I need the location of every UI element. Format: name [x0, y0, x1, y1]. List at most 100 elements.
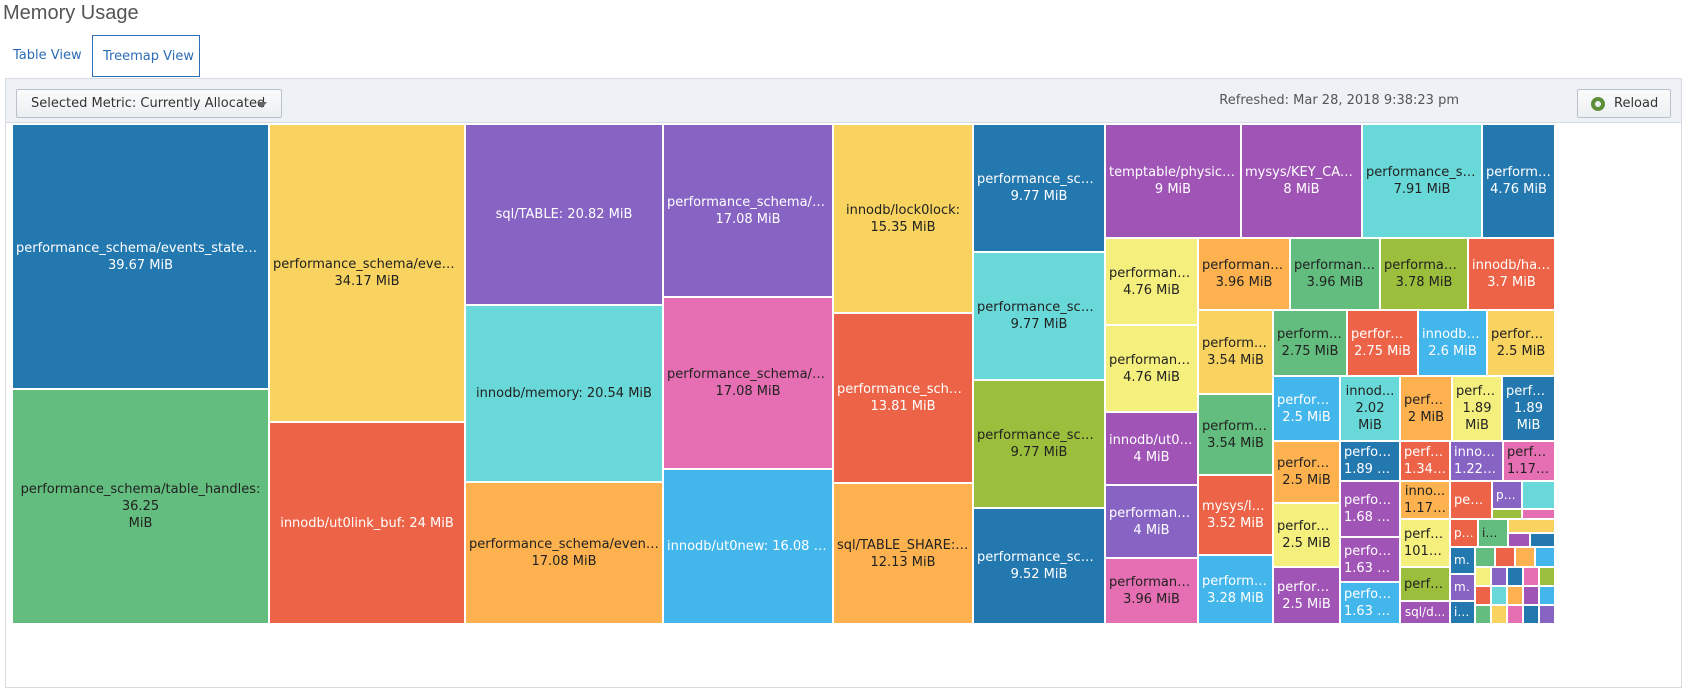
- treemap-cell[interactable]: innodb/ut0link_buf: 24 MiB: [269, 422, 465, 624]
- treemap-cell[interactable]: perf...: [1450, 481, 1492, 519]
- treemap-cell[interactable]: performance_schem... 9.52 MiB: [973, 508, 1105, 624]
- treemap-cell[interactable]: performa...2.5 MiB: [1273, 503, 1340, 567]
- treemap-cell[interactable]: performa... 2.75 MiB: [1347, 310, 1418, 376]
- treemap-cell[interactable]: innodb/lock0lock: 15.35 MiB: [833, 124, 973, 313]
- treemap-cell[interactable]: perfor...2 MiB: [1400, 376, 1452, 441]
- treemap-cell[interactable]: performance_schem... 9.77 MiB: [973, 380, 1105, 508]
- treemap-cell[interactable]: performance_schema/events_err... 17.08 Mi…: [465, 482, 663, 624]
- treemap-cell[interactable]: innodb/ut0new: 16.08 MiB: [663, 469, 833, 624]
- treemap-cell[interactable]: perform... 2.5 MiB: [1487, 310, 1555, 376]
- treemap-cell[interactable]: performance_schema/events_er... 34.17 MiB: [269, 124, 465, 422]
- treemap-cell-value: MiB: [128, 516, 153, 531]
- treemap-cell-small[interactable]: [1508, 533, 1530, 547]
- treemap-cell-small[interactable]: [1539, 605, 1555, 624]
- treemap-cell[interactable]: pe...: [1492, 481, 1522, 509]
- treemap-cell[interactable]: in...: [1478, 519, 1508, 547]
- treemap-cell[interactable]: performance_...4 MiB: [1105, 485, 1198, 558]
- treemap-cell-value: 7.91 MiB: [1393, 182, 1451, 197]
- treemap-cell[interactable]: inno... 1.17 ...: [1400, 481, 1450, 519]
- treemap-cell-small[interactable]: [1495, 547, 1515, 567]
- treemap-cell-small[interactable]: [1491, 567, 1507, 586]
- treemap-cell[interactable]: perfo... 1015....: [1400, 519, 1450, 567]
- treemap-cell-value: 4.76 MiB: [1123, 369, 1180, 385]
- treemap-cell[interactable]: performance_schem... 9.77 MiB: [973, 124, 1105, 252]
- treemap-cell-small[interactable]: [1491, 586, 1507, 605]
- treemap-cell[interactable]: performance_schema... 13.81 MiB: [833, 313, 973, 483]
- treemap-cell[interactable]: performance_sche... 7.91 MiB: [1362, 124, 1482, 238]
- treemap-cell-small[interactable]: [1507, 605, 1523, 624]
- treemap-cell-small[interactable]: [1522, 509, 1555, 519]
- treemap-cell[interactable]: perform...1.63 MiB: [1340, 582, 1400, 624]
- treemap-cell-value: 1.68 MiB: [1344, 510, 1396, 525]
- treemap-cell[interactable]: perfo... 1.17 ...: [1503, 441, 1555, 481]
- treemap-cell[interactable]: performance_schema/table_handles: 36.25 M…: [12, 389, 269, 624]
- treemap-cell[interactable]: perfo...: [1400, 567, 1450, 601]
- treemap-cell[interactable]: perfo... 1.89 MiB: [1452, 376, 1502, 441]
- treemap-cell[interactable]: performance_schema/events_statements_s..…: [12, 124, 269, 389]
- treemap-cell[interactable]: pe...: [1450, 519, 1478, 547]
- treemap-cell[interactable]: innod... 2.02 MiB: [1340, 376, 1400, 441]
- treemap-cell[interactable]: sql/TABLE_SHARE::me...12.13 MiB: [833, 483, 973, 624]
- treemap-cell[interactable]: innodb/ut0p... 4 MiB: [1105, 412, 1198, 485]
- treemap-cell[interactable]: performanc... 3.78 MiB: [1380, 238, 1468, 310]
- treemap-cell[interactable]: m...: [1450, 547, 1475, 574]
- treemap-cell[interactable]: temptable/physical_r... 9 MiB: [1105, 124, 1241, 238]
- treemap-cell[interactable]: performance_... 3.96 MiB: [1105, 558, 1198, 624]
- treemap-cell[interactable]: perform... 1.68 MiB: [1340, 481, 1400, 537]
- metric-select[interactable]: Selected Metric: Currently Allocated: [16, 89, 282, 118]
- tab-treemap-view[interactable]: Treemap View: [92, 35, 200, 77]
- treemap-cell[interactable]: performance_schema/even...17.08 MiB: [663, 297, 833, 469]
- tab-table-view[interactable]: Table View: [3, 35, 87, 77]
- treemap-cell-small[interactable]: [1475, 586, 1491, 605]
- treemap-cell[interactable]: performance_schema/even...17.08 MiB: [663, 124, 833, 297]
- treemap-cell[interactable]: performa...2.5 MiB: [1273, 376, 1340, 441]
- treemap-cell-small[interactable]: [1535, 547, 1555, 567]
- treemap-cell-small[interactable]: [1523, 605, 1539, 624]
- treemap-cell[interactable]: performa... 4.76 MiB: [1482, 124, 1555, 238]
- treemap-cell[interactable]: perform... 1.89 MiB: [1340, 441, 1400, 481]
- treemap-cell[interactable]: mysys/lf_... 3.52 MiB: [1198, 475, 1273, 555]
- treemap-cell-small[interactable]: [1507, 586, 1523, 605]
- treemap-cell[interactable]: m...: [1450, 574, 1475, 601]
- treemap-cell[interactable]: mysys/KEY_CACHE: 8 MiB: [1241, 124, 1362, 238]
- treemap-cell-small[interactable]: [1475, 605, 1491, 624]
- treemap-cell-small[interactable]: [1475, 567, 1491, 586]
- treemap-cell[interactable]: performa... 3.54 MiB: [1198, 394, 1273, 475]
- treemap-cell-small[interactable]: [1508, 519, 1555, 533]
- treemap-cell[interactable]: perform...1.63 MiB: [1340, 537, 1400, 582]
- treemap-cell[interactable]: performance... 3.96 MiB: [1290, 238, 1380, 310]
- treemap-cell[interactable]: perfor... 1.89 MiB: [1502, 376, 1555, 441]
- treemap-cell[interactable]: sql/TABLE: 20.82 MiB: [465, 124, 663, 305]
- treemap-cell-small[interactable]: [1539, 586, 1555, 605]
- metric-select-label: Selected Metric: Currently Allocated: [31, 96, 266, 111]
- reload-label: Reload: [1614, 96, 1659, 111]
- treemap-cell[interactable]: innodb/has... 3.7 MiB: [1468, 238, 1555, 310]
- treemap-cell[interactable]: innodb/memory: 20.54 MiB: [465, 305, 663, 482]
- treemap-cell-small[interactable]: [1491, 605, 1507, 624]
- treemap-cell-small[interactable]: [1522, 481, 1555, 509]
- treemap-cell[interactable]: performance_schem... 9.77 MiB: [973, 252, 1105, 380]
- treemap-cell-small[interactable]: [1492, 509, 1522, 519]
- treemap-cell-small[interactable]: [1475, 547, 1495, 567]
- treemap-cell-small[interactable]: [1539, 567, 1555, 586]
- treemap-cell-small[interactable]: [1530, 533, 1555, 547]
- treemap-cell[interactable]: performance_...4.76 MiB: [1105, 238, 1198, 325]
- treemap-cell[interactable]: performance... 3.96 MiB: [1198, 238, 1290, 310]
- treemap-cell[interactable]: sql/d...: [1400, 601, 1450, 624]
- treemap-cell-small[interactable]: [1515, 547, 1535, 567]
- treemap-cell[interactable]: perfo... 1.34 M...: [1400, 441, 1450, 481]
- treemap-cell[interactable]: performa... 3.54 MiB: [1198, 310, 1273, 394]
- treemap-cell-small[interactable]: [1507, 567, 1523, 586]
- reload-button[interactable]: Reload: [1577, 89, 1671, 118]
- treemap-cell[interactable]: innod... 1.22 ...: [1450, 441, 1503, 481]
- treemap-cell[interactable]: innodb/o... 2.6 MiB: [1418, 310, 1487, 376]
- treemap-cell[interactable]: in...: [1450, 601, 1475, 624]
- treemap-cell-name: perform...: [1344, 493, 1396, 508]
- treemap-cell[interactable]: performa...2.5 MiB: [1273, 441, 1340, 503]
- treemap-cell[interactable]: performa... 3.28 MiB: [1198, 555, 1273, 624]
- treemap-cell-small[interactable]: [1523, 586, 1539, 605]
- treemap-cell[interactable]: performa...2.5 MiB: [1273, 567, 1340, 624]
- treemap-cell[interactable]: performance_...4.76 MiB: [1105, 325, 1198, 412]
- treemap-cell[interactable]: performa... 2.75 MiB: [1273, 310, 1347, 376]
- treemap-cell-small[interactable]: [1523, 567, 1539, 586]
